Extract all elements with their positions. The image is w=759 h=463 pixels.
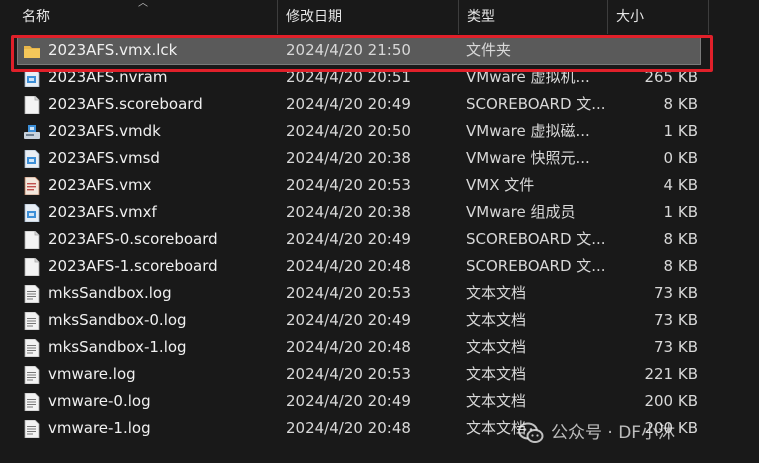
file-modified-date: 2024/4/20 20:50	[286, 122, 411, 140]
file-size: 1 KB	[663, 203, 698, 221]
file-name: mksSandbox-0.log	[48, 311, 187, 329]
file-row[interactable]: 2023AFS.vmsd 2024/4/20 20:38 VMware 快照元...…	[0, 144, 759, 171]
file-type: 文本文档	[466, 284, 527, 302]
file-row[interactable]: 2023AFS-0.scoreboard 2024/4/20 20:49 SCORE…	[0, 225, 759, 252]
file-row[interactable]: mksSandbox.log 2024/4/20 20:53 文本文档 73 KB	[0, 279, 759, 306]
file-modified-date: 2024/4/20 20:48	[286, 338, 411, 356]
file-list: 2023AFS.vmx.lck 2024/4/20 21:50 文件夹 2023AFS…	[0, 36, 759, 441]
file-name: mksSandbox-1.log	[48, 338, 187, 356]
file-type: 文本文档	[466, 365, 527, 383]
text-file-icon	[24, 419, 40, 439]
file-type: SCOREBOARD 文...	[466, 257, 606, 275]
file-modified-date: 2024/4/20 20:53	[286, 284, 411, 302]
vmware-file-icon	[24, 203, 40, 223]
file-modified-date: 2024/4/20 20:38	[286, 149, 411, 167]
text-file-icon	[24, 365, 40, 385]
file-name: 2023AFS.vmx	[48, 176, 152, 194]
file-row[interactable]: 2023AFS.vmx 2024/4/20 20:53 VMX 文件 4 KB	[0, 171, 759, 198]
disk-file-icon	[24, 123, 40, 141]
text-file-icon	[24, 311, 40, 331]
watermark: 公众号 · DF小沐	[517, 418, 675, 448]
file-row[interactable]: 2023AFS.vmdk 2024/4/20 20:50 VMware 虚拟磁...…	[0, 117, 759, 144]
file-modified-date: 2024/4/20 20:49	[286, 311, 411, 329]
text-file-icon	[24, 284, 40, 304]
file-modified-date: 2024/4/20 20:49	[286, 230, 411, 248]
column-header-size[interactable]: 大小	[608, 0, 708, 34]
file-modified-date: 2024/4/20 20:49	[286, 95, 411, 113]
file-name: 2023AFS-1.scoreboard	[48, 257, 218, 275]
file-size: 73 KB	[654, 284, 698, 302]
file-size: 8 KB	[663, 257, 698, 275]
text-file-icon	[24, 392, 40, 412]
file-modified-date: 2024/4/20 20:53	[286, 365, 411, 383]
file-modified-date: 2024/4/20 20:48	[286, 257, 411, 275]
file-modified-date: 2024/4/20 20:49	[286, 392, 411, 410]
file-type: VMware 组成员	[466, 203, 576, 221]
file-size: 4 KB	[663, 176, 698, 194]
column-header-name[interactable]: 名称	[14, 0, 276, 34]
file-size: 8 KB	[663, 230, 698, 248]
column-divider[interactable]	[708, 0, 709, 34]
config-file-icon	[24, 176, 40, 196]
file-name: vmware-1.log	[48, 419, 151, 437]
file-name: 2023AFS.scoreboard	[48, 95, 203, 113]
file-name: vmware-0.log	[48, 392, 151, 410]
file-type: 文本文档	[466, 338, 527, 356]
file-type: SCOREBOARD 文...	[466, 230, 606, 248]
file-modified-date: 2024/4/20 20:38	[286, 203, 411, 221]
wechat-logo-icon	[518, 422, 544, 443]
blank-file-icon	[24, 230, 40, 250]
watermark-text: 公众号 · DF小沐	[551, 423, 676, 443]
file-type: VMX 文件	[466, 176, 535, 194]
file-size: 73 KB	[654, 311, 698, 329]
file-row[interactable]: 2023AFS.scoreboard 2024/4/20 20:49 SCOREBO…	[0, 90, 759, 117]
blank-file-icon	[24, 95, 40, 115]
file-row[interactable]: 2023AFS-1.scoreboard 2024/4/20 20:48 SCORE…	[0, 252, 759, 279]
file-size: 0 KB	[663, 149, 698, 167]
file-row[interactable]: mksSandbox-0.log 2024/4/20 20:49 文本文档 73 KB	[0, 306, 759, 333]
file-size: 1 KB	[663, 122, 698, 140]
vmware-file-icon	[24, 149, 40, 169]
file-explorer: ︿ 名称 修改日期 类型 大小 2023AFS.vmx.lck 2024/4/20…	[0, 0, 759, 463]
text-file-icon	[24, 338, 40, 358]
file-row[interactable]: mksSandbox-1.log 2024/4/20 20:48 文本文档 73 KB	[0, 333, 759, 360]
file-name: 2023AFS.vmdk	[48, 122, 161, 140]
column-header-bar: ︿ 名称 修改日期 类型 大小	[0, 0, 759, 34]
file-modified-date: 2024/4/20 20:48	[286, 419, 411, 437]
file-size: 73 KB	[654, 338, 698, 356]
file-type: 文本文档	[466, 392, 527, 410]
file-name: vmware.log	[48, 365, 136, 383]
file-name: 2023AFS.vmxf	[48, 203, 157, 221]
file-row[interactable]: 2023AFS.vmxf 2024/4/20 20:38 VMware 组成员 1 K…	[0, 198, 759, 225]
file-name: 2023AFS-0.scoreboard	[48, 230, 218, 248]
file-name: mksSandbox.log	[48, 284, 172, 302]
file-name: 2023AFS.vmsd	[48, 149, 160, 167]
column-header-date[interactable]: 修改日期	[278, 0, 458, 34]
file-row[interactable]: vmware-0.log 2024/4/20 20:49 文本文档 200 KB	[0, 387, 759, 414]
file-row[interactable]: vmware.log 2024/4/20 20:53 文本文档 221 KB	[0, 360, 759, 387]
file-type: SCOREBOARD 文...	[466, 95, 606, 113]
file-type: VMware 快照元...	[466, 149, 590, 167]
file-size: 200 KB	[644, 392, 698, 410]
column-header-type[interactable]: 类型	[459, 0, 607, 34]
blank-file-icon	[24, 257, 40, 277]
red-highlight-annotation	[11, 35, 713, 72]
file-size: 221 KB	[644, 365, 698, 383]
file-modified-date: 2024/4/20 20:53	[286, 176, 411, 194]
file-size: 8 KB	[663, 95, 698, 113]
file-type: 文本文档	[466, 311, 527, 329]
file-type: VMware 虚拟磁...	[466, 122, 590, 140]
